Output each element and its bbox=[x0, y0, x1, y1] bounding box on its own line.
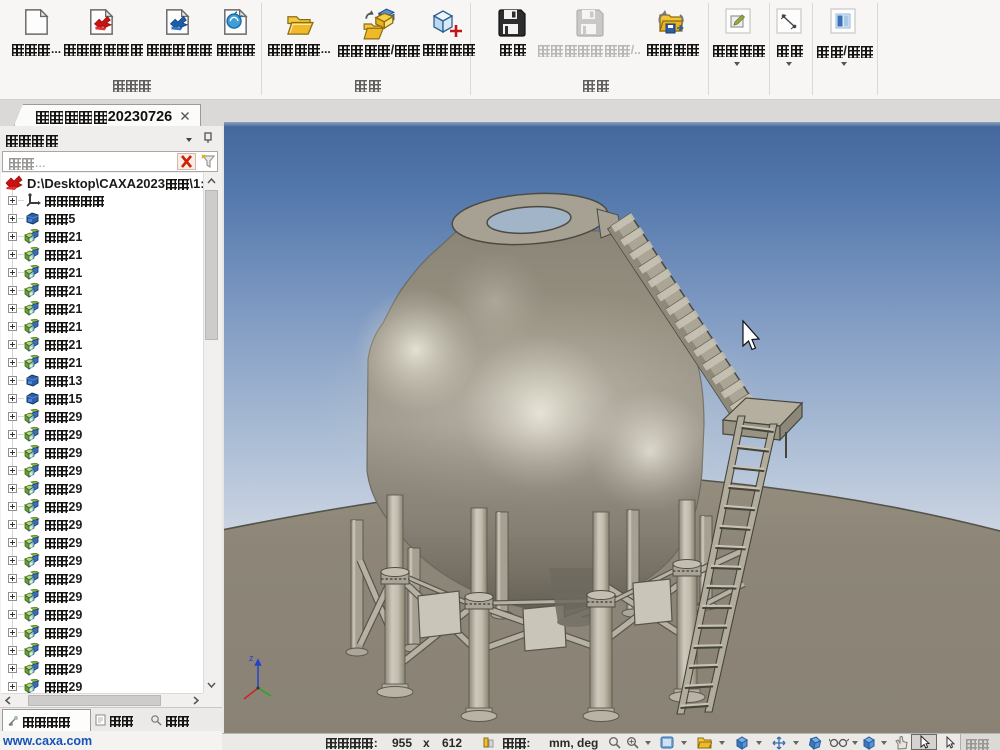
svg-text:z: z bbox=[249, 653, 254, 663]
